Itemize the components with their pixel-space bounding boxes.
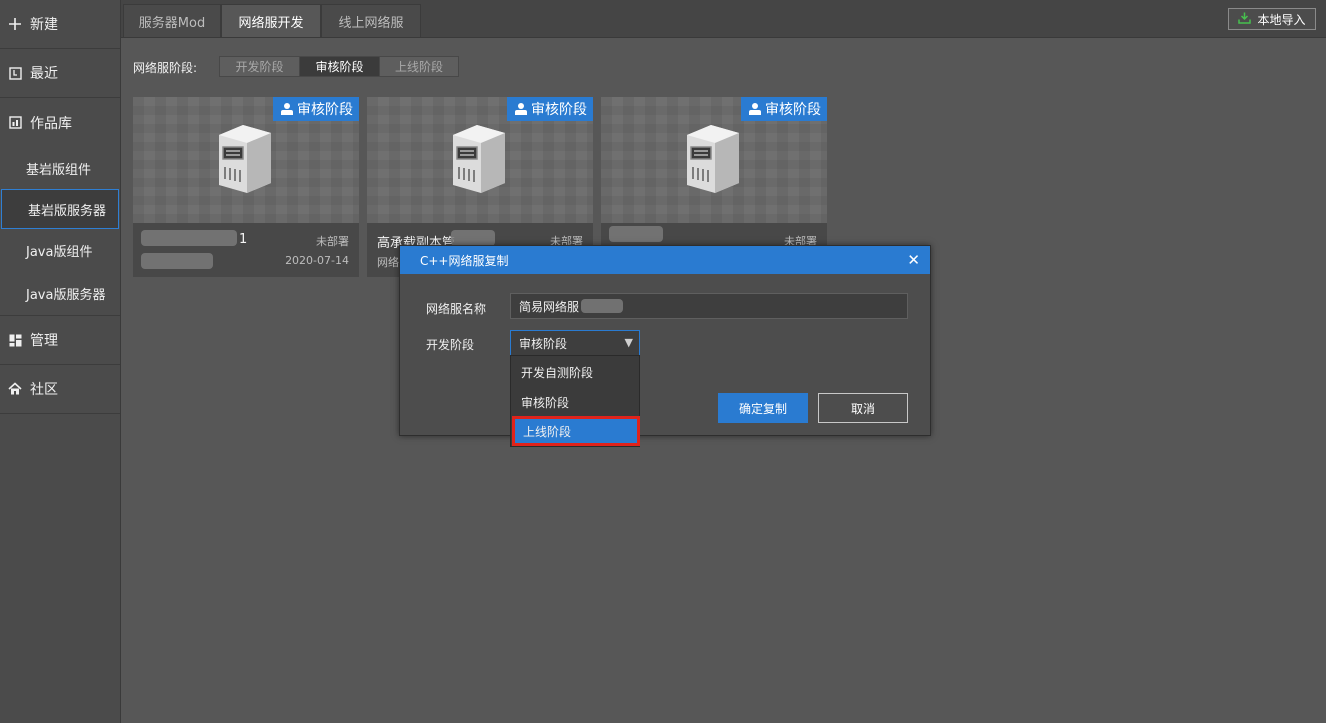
tab-label: 服务器Mod <box>138 15 206 31</box>
sidebar-item-bedrock-components[interactable]: 基岩版组件 <box>0 147 120 189</box>
dropdown-option-review[interactable]: 审核阶段 <box>511 387 639 417</box>
input-value: 简易网络服 <box>519 299 580 314</box>
local-import-button[interactable]: 本地导入 <box>1228 8 1316 30</box>
person-icon <box>515 103 527 115</box>
sidebar-item-recent[interactable]: 最近 <box>0 49 120 98</box>
sidebar-item-java-servers[interactable]: Java版服务器 <box>0 271 120 316</box>
dropdown-arrow-icon: ▼ <box>624 336 633 349</box>
sidebar-item-library[interactable]: 作品库 <box>0 98 120 147</box>
stage-badge: 审核阶段 <box>741 97 827 121</box>
stage-dropdown-list: 开发自测阶段 审核阶段 上线阶段 <box>510 355 640 447</box>
redacted-blur <box>451 230 495 246</box>
segment-label: 开发阶段 <box>235 60 284 74</box>
redacted-blur <box>581 299 624 313</box>
server-icon <box>445 123 509 195</box>
option-label: 审核阶段 <box>521 395 570 410</box>
sidebar-item-manage[interactable]: 管理 <box>0 316 120 365</box>
server-icon <box>679 123 743 195</box>
sidebar-item-label: 社区 <box>30 382 58 398</box>
import-button-label: 本地导入 <box>1257 12 1306 27</box>
redacted-blur <box>141 230 237 246</box>
redacted-blur <box>609 226 663 242</box>
button-label: 取消 <box>850 401 875 416</box>
stage-select[interactable]: 审核阶段 ▼ <box>510 330 640 356</box>
stage-badge: 审核阶段 <box>273 97 359 121</box>
stage-filter-review[interactable]: 审核阶段 <box>299 56 380 77</box>
plus-icon <box>8 17 22 31</box>
download-icon <box>1238 12 1252 27</box>
segment-label: 上线阶段 <box>394 60 443 74</box>
badge-label: 审核阶段 <box>765 102 821 118</box>
tab-network-server-dev[interactable]: 网络服开发 <box>221 4 321 37</box>
tab-server-mod[interactable]: 服务器Mod <box>123 4 221 37</box>
stage-filter-label: 网络服阶段: <box>133 61 198 75</box>
sidebar-item-label: 管理 <box>30 333 58 349</box>
badge-label: 审核阶段 <box>531 102 587 118</box>
dropdown-option-dev-test[interactable]: 开发自测阶段 <box>511 357 639 387</box>
copy-server-dialog: C++网络服复制 ✕ 网络服名称 简易网络服 开发阶段 审核阶段 ▼ 确定复制 … <box>399 245 931 436</box>
sidebar-item-label: Java版组件 <box>26 244 93 260</box>
sidebar: 新建 最近 作品库 基岩版组件 基岩版服务器 Java版组件 Java版服务器 … <box>0 0 121 723</box>
badge-label: 审核阶段 <box>297 102 353 118</box>
person-icon <box>281 103 293 115</box>
card-subtitle: 网络 <box>377 256 399 269</box>
sidebar-item-java-components[interactable]: Java版组件 <box>0 229 120 271</box>
sidebar-item-label: 基岩版组件 <box>26 162 92 178</box>
redacted-blur <box>141 253 213 269</box>
cancel-button[interactable]: 取消 <box>818 393 908 423</box>
option-label: 上线阶段 <box>523 424 572 439</box>
clock-icon <box>8 66 22 80</box>
sidebar-item-label: 基岩版服务器 <box>28 203 107 219</box>
sidebar-item-label: Java版服务器 <box>26 287 106 303</box>
dialog-header: C++网络服复制 ✕ <box>400 246 930 274</box>
sidebar-item-new[interactable]: 新建 <box>0 0 120 49</box>
card-status: 未部署 <box>316 235 349 248</box>
stage-filter-dev[interactable]: 开发阶段 <box>219 56 300 77</box>
name-field-label: 网络服名称 <box>426 302 487 316</box>
confirm-copy-button[interactable]: 确定复制 <box>718 393 808 423</box>
card-title: 1 <box>239 232 248 247</box>
server-icon <box>211 123 275 195</box>
sidebar-item-community[interactable]: 社区 <box>0 365 120 414</box>
top-tab-bar: 服务器Mod 网络服开发 线上网络服 本地导入 <box>121 0 1326 38</box>
card-date: 2020-07-14 <box>285 254 349 267</box>
dropdown-option-online[interactable]: 上线阶段 <box>512 416 640 446</box>
tab-online-network-server[interactable]: 线上网络服 <box>321 4 421 37</box>
tab-label: 线上网络服 <box>338 15 404 31</box>
grid-icon <box>8 333 22 347</box>
stage-filter-online[interactable]: 上线阶段 <box>379 56 459 77</box>
server-name-input[interactable]: 简易网络服 <box>510 293 908 319</box>
stage-field-label: 开发阶段 <box>426 338 475 352</box>
stage-badge: 审核阶段 <box>507 97 593 121</box>
close-icon[interactable]: ✕ <box>907 251 920 269</box>
person-icon <box>749 103 761 115</box>
library-icon <box>8 116 22 130</box>
sidebar-item-label: 新建 <box>30 17 58 33</box>
dialog-title: C++网络服复制 <box>420 253 509 268</box>
select-value: 审核阶段 <box>519 336 568 351</box>
option-label: 开发自测阶段 <box>521 365 594 380</box>
segment-label: 审核阶段 <box>315 60 364 74</box>
tab-label: 网络服开发 <box>238 15 304 31</box>
sidebar-item-label: 最近 <box>30 66 58 82</box>
button-label: 确定复制 <box>738 401 787 416</box>
sidebar-item-label: 作品库 <box>30 115 72 132</box>
home-icon <box>8 382 22 396</box>
server-card[interactable]: 审核阶段 1 未部署 2020-07-14 <box>133 97 359 277</box>
sidebar-item-bedrock-servers[interactable]: 基岩版服务器 <box>1 189 119 229</box>
